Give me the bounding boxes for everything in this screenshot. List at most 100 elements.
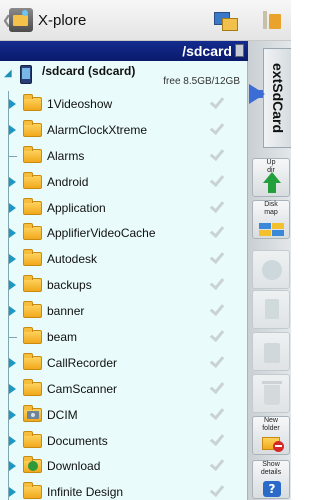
expand-arrow-icon[interactable] xyxy=(9,228,16,239)
folder-name: Autodesk xyxy=(47,252,98,267)
select-checkmark-icon[interactable] xyxy=(209,119,225,135)
collapse-chevron-icon[interactable]: ◢ xyxy=(4,68,12,79)
folder-name: Application xyxy=(47,200,106,215)
folder-name: ApplifierVideoCache xyxy=(47,226,156,241)
select-checkmark-icon[interactable] xyxy=(209,456,225,472)
select-checkmark-icon[interactable] xyxy=(209,275,225,291)
rename-button[interactable] xyxy=(252,332,290,371)
tool-label: Disk map xyxy=(264,201,278,216)
select-checkmark-icon[interactable] xyxy=(209,145,225,161)
folder-name: CallRecorder xyxy=(47,355,118,370)
folder-row[interactable]: CamScanner xyxy=(0,376,248,402)
folder-row[interactable]: Autodesk xyxy=(0,246,248,272)
select-checkmark-icon[interactable] xyxy=(209,171,225,187)
expand-arrow-icon[interactable] xyxy=(9,409,16,420)
trash-button[interactable] xyxy=(252,374,290,413)
sd-card-icon xyxy=(235,44,244,57)
disk-map-icon-part xyxy=(272,230,284,236)
trash-icon-part xyxy=(264,385,280,405)
folder-name: Infinite Design xyxy=(47,485,124,500)
expand-arrow-icon[interactable] xyxy=(9,487,16,498)
folder-name: AlarmClockXtreme xyxy=(47,122,148,137)
root-free-space: free 8.5GB/12GB xyxy=(163,76,240,87)
expand-arrow-icon[interactable] xyxy=(9,254,16,265)
new-folder-button[interactable]: New folder xyxy=(252,416,290,455)
trash-icon xyxy=(262,381,282,384)
app-logo-icon[interactable] xyxy=(9,8,33,32)
root-storage-row[interactable]: ◢ /sdcard (sdcard) free 8.5GB/12GB xyxy=(0,61,248,91)
disk-map-button[interactable]: Disk map xyxy=(252,200,290,239)
expand-arrow-icon[interactable] xyxy=(9,99,16,109)
folder-icon xyxy=(23,327,42,345)
folder-row[interactable]: Documents xyxy=(0,428,248,454)
tree-branch xyxy=(9,337,17,339)
folder-row[interactable]: 1Videoshow xyxy=(0,91,248,117)
root-storage-name: /sdcard (sdcard) xyxy=(42,64,136,78)
folder-row[interactable]: Infinite Design xyxy=(0,479,248,500)
folder-row[interactable]: AlarmClockXtreme xyxy=(0,117,248,143)
up-arrow-button[interactable]: Up dir xyxy=(252,158,290,197)
folder-row[interactable]: Alarms xyxy=(0,143,248,169)
help-button[interactable]: Show details? xyxy=(252,460,290,499)
expand-arrow-icon[interactable] xyxy=(9,357,16,368)
select-checkmark-icon[interactable] xyxy=(209,378,225,394)
expand-arrow-icon[interactable] xyxy=(9,280,16,291)
folder-list: 1Videoshow AlarmClockXtreme Alarms Android A… xyxy=(0,91,248,500)
folder-name: DCIM xyxy=(47,407,78,422)
folder-row[interactable]: Download xyxy=(0,453,248,479)
tool-label: New folder xyxy=(262,417,280,432)
select-checkmark-icon[interactable] xyxy=(209,249,225,265)
folder-row[interactable]: banner xyxy=(0,298,248,324)
expand-arrow-icon[interactable] xyxy=(9,383,16,394)
select-checkmark-icon[interactable] xyxy=(209,352,225,368)
move-button[interactable] xyxy=(252,290,290,329)
folder-name: Alarms xyxy=(47,148,85,163)
expand-arrow-icon[interactable] xyxy=(9,124,16,135)
path-header[interactable]: /sdcard xyxy=(0,41,248,61)
extsdcard-tab-label: extSdCard xyxy=(270,62,286,134)
disk-map-icon xyxy=(259,223,271,229)
folder-name: Download xyxy=(47,459,101,474)
expand-arrow-icon[interactable] xyxy=(9,306,16,317)
copy-button[interactable] xyxy=(252,250,290,289)
select-checkmark-icon[interactable] xyxy=(209,301,225,317)
dual-pane-icon[interactable] xyxy=(213,8,239,34)
select-checkmark-icon[interactable] xyxy=(209,404,225,420)
folder-row[interactable]: beam xyxy=(0,324,248,350)
select-checkmark-icon[interactable] xyxy=(209,430,225,446)
path-title: /sdcard xyxy=(182,43,232,59)
folder-name: beam xyxy=(47,330,78,345)
select-checkmark-icon[interactable] xyxy=(209,197,225,213)
folder-icon xyxy=(23,352,42,370)
expand-arrow-icon[interactable] xyxy=(9,202,16,213)
folder-row[interactable]: ApplifierVideoCache xyxy=(0,220,248,246)
folder-icon xyxy=(23,171,42,189)
folder-name: backups xyxy=(47,278,92,293)
folder-row[interactable]: Android xyxy=(0,169,248,195)
menu-icon[interactable] xyxy=(259,8,285,34)
select-checkmark-icon[interactable] xyxy=(209,482,225,498)
folder-row[interactable]: CallRecorder xyxy=(0,350,248,376)
folder-row[interactable]: DCIM xyxy=(0,402,248,428)
action-bar: ❮ X-plore xyxy=(0,0,291,41)
folder-name: Android xyxy=(47,174,89,189)
new-folder-icon-part xyxy=(273,441,284,452)
select-checkmark-icon[interactable] xyxy=(209,223,225,239)
expand-arrow-icon[interactable] xyxy=(9,176,16,187)
folder-row[interactable]: backups xyxy=(0,272,248,298)
folder-row[interactable]: Application xyxy=(0,195,248,221)
phone-storage-icon xyxy=(20,65,32,84)
copy-icon xyxy=(262,260,282,280)
folder-name: banner xyxy=(47,304,85,319)
tool-label: Show details xyxy=(260,461,282,476)
rename-icon xyxy=(264,343,280,363)
select-checkmark-icon[interactable] xyxy=(209,326,225,343)
expand-arrow-icon[interactable] xyxy=(9,435,16,446)
folder-icon xyxy=(23,301,42,319)
up-arrow-icon-part xyxy=(268,182,276,193)
folder-icon xyxy=(23,223,42,241)
switch-pane-arrow-icon[interactable] xyxy=(249,84,265,104)
expand-arrow-icon[interactable] xyxy=(9,461,16,472)
select-checkmark-icon[interactable] xyxy=(209,93,225,110)
camera-icon xyxy=(27,410,39,419)
